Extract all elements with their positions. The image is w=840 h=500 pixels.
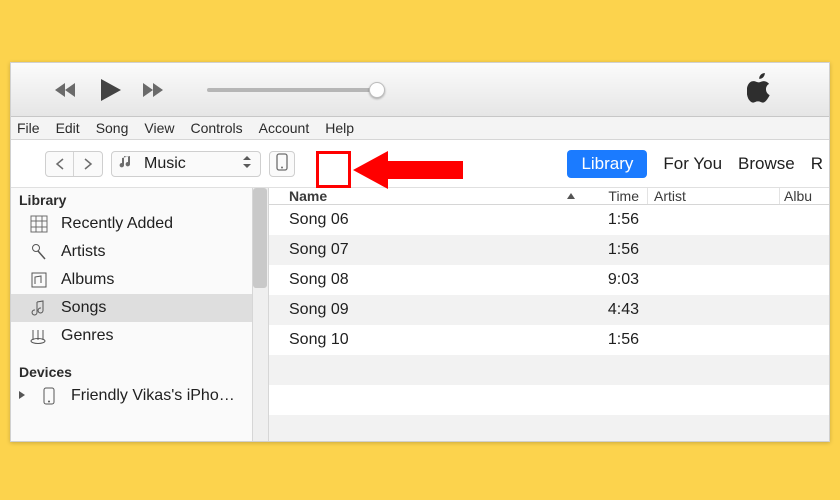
song-name: Song 07 (269, 241, 583, 259)
song-time: 1:56 (583, 241, 647, 259)
prev-track-button[interactable] (53, 80, 79, 100)
col-name[interactable]: Name (269, 188, 559, 204)
sidebar-item-recently-added[interactable]: Recently Added (11, 210, 268, 238)
song-name: Song 10 (269, 331, 583, 349)
sort-ascending-icon[interactable] (559, 192, 583, 200)
sidebar-device-item[interactable]: Friendly Vikas's iPho… (11, 382, 268, 410)
sidebar-library-title: Library (11, 188, 268, 210)
sidebar-item-label: Songs (61, 299, 106, 317)
scrollbar-thumb[interactable] (253, 188, 267, 288)
song-rows: Song 061:56Song 071:56Song 089:03Song 09… (269, 205, 829, 441)
album-icon (29, 271, 49, 289)
tab-browse[interactable]: Browse (738, 154, 795, 174)
menu-controls[interactable]: Controls (190, 120, 242, 136)
menu-song[interactable]: Song (96, 120, 129, 136)
nav-forward-button[interactable] (74, 152, 102, 176)
view-tabs: Library For You Browse R (567, 150, 829, 178)
up-down-icon (242, 155, 252, 172)
menu-edit[interactable]: Edit (56, 120, 80, 136)
content-area: Name Time Artist Albu Song 061:56Song 07… (269, 188, 829, 441)
music-note-icon (118, 154, 134, 173)
media-type-picker[interactable]: Music (111, 151, 261, 177)
progress-slider[interactable] (207, 88, 377, 92)
sidebar-item-label: Artists (61, 243, 105, 261)
microphone-icon (29, 243, 49, 261)
table-row-empty (269, 385, 829, 415)
table-row[interactable]: Song 061:56 (269, 205, 829, 235)
sidebar-item-label: Recently Added (61, 215, 173, 233)
table-row[interactable]: Song 094:43 (269, 295, 829, 325)
sidebar: Library Recently Added Artists Albums So… (11, 188, 269, 441)
menu-bar: File Edit Song View Controls Account Hel… (11, 117, 829, 140)
note-icon (29, 299, 49, 317)
device-button[interactable] (269, 151, 295, 177)
sidebar-devices-title: Devices (11, 360, 268, 382)
sidebar-item-albums[interactable]: Albums (11, 266, 268, 294)
col-album[interactable]: Albu (779, 188, 829, 204)
sidebar-item-label: Friendly Vikas's iPho… (71, 387, 235, 405)
playback-bar (11, 63, 829, 117)
menu-file[interactable]: File (17, 120, 40, 136)
guitar-icon (29, 327, 49, 345)
menu-view[interactable]: View (144, 120, 174, 136)
slider-knob[interactable] (369, 82, 385, 98)
sidebar-item-label: Albums (61, 271, 114, 289)
apple-logo-icon (747, 73, 773, 106)
itunes-window: File Edit Song View Controls Account Hel… (10, 62, 830, 442)
triangle-right-icon[interactable] (17, 387, 27, 405)
sidebar-item-songs[interactable]: Songs (11, 294, 268, 322)
sidebar-item-genres[interactable]: Genres (11, 322, 268, 350)
iphone-icon (39, 387, 59, 405)
menu-account[interactable]: Account (259, 120, 310, 136)
menu-help[interactable]: Help (325, 120, 354, 136)
song-time: 1:56 (583, 331, 647, 349)
table-row-empty (269, 415, 829, 441)
media-picker-label: Music (144, 155, 232, 173)
col-time[interactable]: Time (583, 188, 647, 204)
tab-radio[interactable]: R (811, 154, 823, 174)
table-row[interactable]: Song 089:03 (269, 265, 829, 295)
play-button[interactable] (97, 77, 123, 103)
col-artist[interactable]: Artist (647, 188, 779, 204)
table-row-empty (269, 355, 829, 385)
next-track-button[interactable] (141, 80, 167, 100)
column-headers: Name Time Artist Albu (269, 188, 829, 205)
table-row[interactable]: Song 071:56 (269, 235, 829, 265)
song-time: 4:43 (583, 301, 647, 319)
song-time: 9:03 (583, 271, 647, 289)
nav-back-button[interactable] (46, 152, 74, 176)
table-row[interactable]: Song 101:56 (269, 325, 829, 355)
toolbar: Music Library For You Browse R (11, 140, 829, 188)
song-name: Song 06 (269, 211, 583, 229)
tab-foryou[interactable]: For You (663, 154, 722, 174)
song-name: Song 08 (269, 271, 583, 289)
sidebar-scrollbar[interactable] (252, 188, 268, 441)
song-time: 1:56 (583, 211, 647, 229)
iphone-icon (276, 153, 288, 174)
sidebar-item-artists[interactable]: Artists (11, 238, 268, 266)
song-name: Song 09 (269, 301, 583, 319)
sidebar-item-label: Genres (61, 327, 113, 345)
tab-library[interactable]: Library (567, 150, 647, 178)
grid-icon (29, 215, 49, 233)
